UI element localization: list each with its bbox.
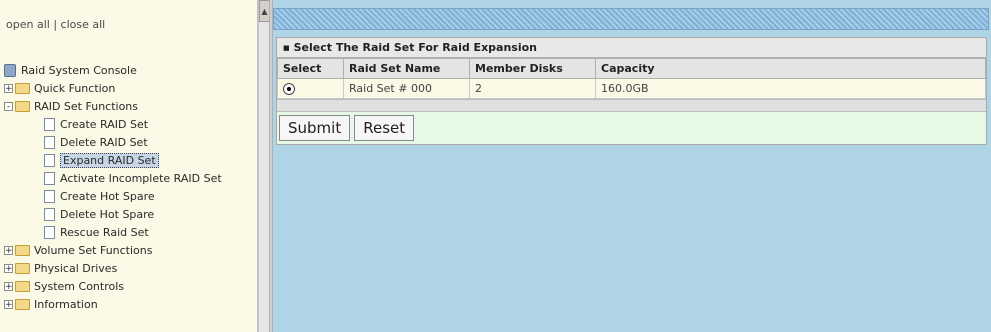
tree-item-label: Activate Incomplete RAID Set bbox=[60, 171, 222, 185]
separator-bar bbox=[277, 99, 986, 112]
expand-icon[interactable]: + bbox=[4, 245, 13, 255]
tree-item-label: Information bbox=[34, 297, 98, 311]
folder-icon bbox=[15, 298, 30, 310]
folder-icon bbox=[15, 82, 30, 94]
tree-item-create-raid-set[interactable]: Create RAID Set bbox=[4, 115, 222, 133]
tree-item-activate-incomplete-raid-set[interactable]: Activate Incomplete RAID Set bbox=[4, 169, 222, 187]
page-icon bbox=[44, 189, 55, 203]
submit-button[interactable]: Submit bbox=[279, 115, 351, 141]
tree-item-create-hot-spare[interactable]: Create Hot Spare bbox=[4, 187, 222, 205]
folder-open-icon bbox=[15, 100, 30, 112]
close-all-link[interactable]: close all bbox=[61, 18, 106, 31]
tree-item-physical-drives[interactable]: + Physical Drives bbox=[4, 259, 222, 277]
raid-set-table: Select Raid Set Name Member Disks Capaci… bbox=[277, 58, 986, 99]
col-capacity: Capacity bbox=[595, 58, 986, 79]
tree-item-label: RAID Set Functions bbox=[34, 99, 139, 113]
tree-item-label: Volume Set Functions bbox=[34, 243, 153, 257]
link-divider: | bbox=[53, 18, 58, 31]
button-row: Submit Reset bbox=[277, 112, 986, 144]
page-icon bbox=[44, 117, 55, 131]
tree-item-volume-set-functions[interactable]: + Volume Set Functions bbox=[4, 241, 222, 259]
reset-button[interactable]: Reset bbox=[354, 115, 415, 141]
collapse-icon[interactable]: - bbox=[4, 101, 13, 111]
table-row: Raid Set # 000 2 160.0GB bbox=[277, 78, 986, 99]
tree-root[interactable]: Raid System Console bbox=[4, 61, 222, 79]
tree-item-quick-function[interactable]: + Quick Function bbox=[4, 79, 222, 97]
header-strip bbox=[273, 8, 989, 30]
expand-icon[interactable]: + bbox=[4, 263, 13, 273]
tree-item-label: Quick Function bbox=[34, 81, 116, 95]
tree-item-rescue-raid-set[interactable]: Rescue Raid Set bbox=[4, 223, 222, 241]
nav-tree: Raid System Console + Quick Function - R… bbox=[4, 61, 222, 313]
panel-title-text: Select The Raid Set For Raid Expansion bbox=[293, 41, 537, 54]
page-icon bbox=[44, 225, 55, 239]
tree-item-label: Delete Hot Spare bbox=[60, 207, 155, 221]
open-all-link[interactable]: open all bbox=[6, 18, 50, 31]
col-raid-set-name: Raid Set Name bbox=[343, 58, 470, 79]
expand-icon[interactable]: + bbox=[4, 299, 13, 309]
tree-item-delete-hot-spare[interactable]: Delete Hot Spare bbox=[4, 205, 222, 223]
raid-set-name-cell: Raid Set # 000 bbox=[343, 78, 470, 99]
tree-root-label: Raid System Console bbox=[21, 63, 137, 77]
tree-item-label-selected: Expand RAID Set bbox=[60, 152, 159, 168]
folder-icon bbox=[15, 244, 30, 256]
capacity-cell: 160.0GB bbox=[595, 78, 986, 99]
expand-collapse-links: open all | close all bbox=[6, 18, 105, 31]
content-pane: ■ Select The Raid Set For Raid Expansion… bbox=[273, 0, 991, 332]
console-icon bbox=[4, 63, 16, 77]
tree-item-label: Physical Drives bbox=[34, 261, 118, 275]
col-select: Select bbox=[277, 58, 344, 79]
tree-item-label: Create RAID Set bbox=[60, 117, 149, 131]
table-header-row: Select Raid Set Name Member Disks Capaci… bbox=[277, 58, 986, 79]
expand-icon[interactable]: + bbox=[4, 83, 13, 93]
tree-item-label: Create Hot Spare bbox=[60, 189, 155, 203]
page-icon bbox=[44, 171, 55, 185]
bullet-icon: ■ bbox=[283, 43, 290, 52]
tree-item-system-controls[interactable]: + System Controls bbox=[4, 277, 222, 295]
tree-item-label: Rescue Raid Set bbox=[60, 225, 149, 239]
select-cell bbox=[277, 78, 344, 99]
raid-set-radio[interactable] bbox=[283, 83, 295, 95]
col-member-disks: Member Disks bbox=[469, 58, 596, 79]
page-icon bbox=[44, 207, 55, 221]
expand-icon[interactable]: + bbox=[4, 281, 13, 291]
navigation-pane: open all | close all Raid System Console… bbox=[0, 0, 258, 332]
page-icon bbox=[44, 153, 55, 167]
left-scrollbar[interactable]: ▲ bbox=[258, 0, 270, 332]
tree-item-label: Delete RAID Set bbox=[60, 135, 148, 149]
panel-title: ■ Select The Raid Set For Raid Expansion bbox=[277, 38, 986, 58]
tree-item-delete-raid-set[interactable]: Delete RAID Set bbox=[4, 133, 222, 151]
tree-item-information[interactable]: + Information bbox=[4, 295, 222, 313]
folder-icon bbox=[15, 280, 30, 292]
member-disks-cell: 2 bbox=[469, 78, 596, 99]
raid-expansion-panel: ■ Select The Raid Set For Raid Expansion… bbox=[276, 37, 987, 145]
tree-item-label: System Controls bbox=[34, 279, 125, 293]
tree-item-raid-set-functions[interactable]: - RAID Set Functions bbox=[4, 97, 222, 115]
folder-icon bbox=[15, 262, 30, 274]
page-icon bbox=[44, 135, 55, 149]
tree-item-expand-raid-set[interactable]: Expand RAID Set bbox=[4, 151, 222, 169]
